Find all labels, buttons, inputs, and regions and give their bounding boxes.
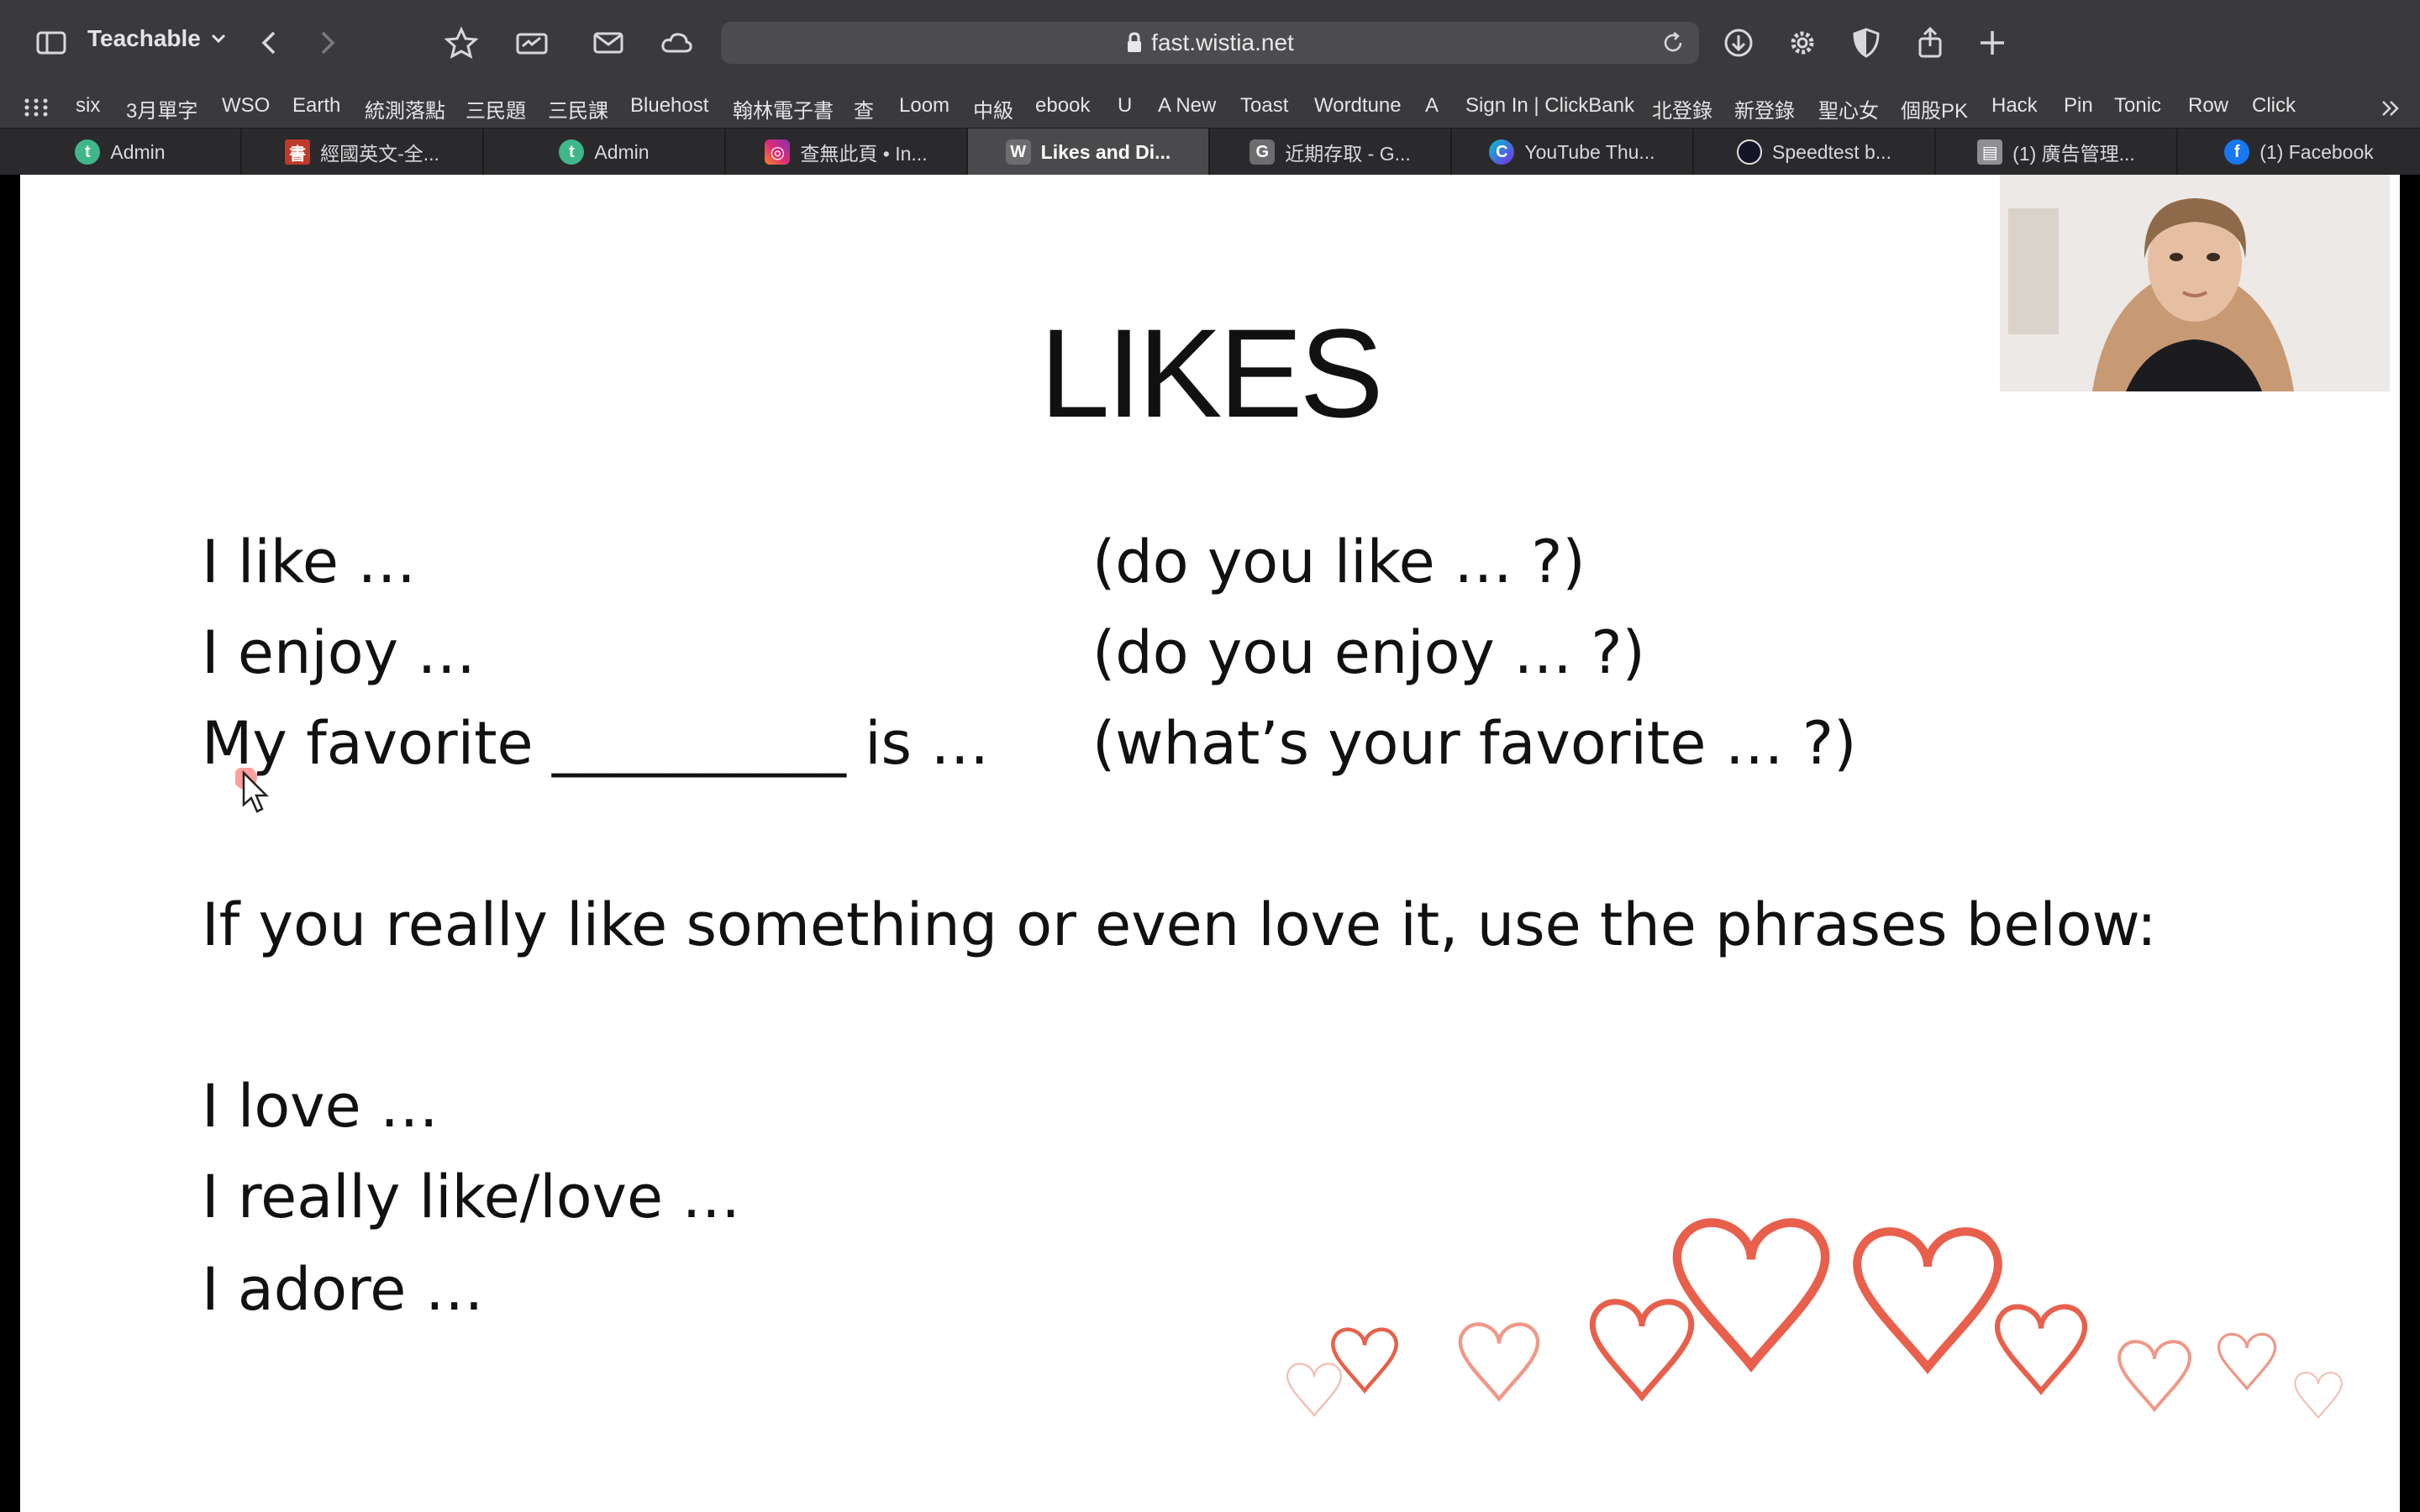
bookmark-item[interactable]: WSO: [222, 94, 270, 118]
more-bookmarks-icon[interactable]: [2378, 96, 2403, 121]
reload-icon[interactable]: [1660, 30, 1686, 55]
tab-label: 經國英文-全...: [320, 143, 439, 165]
browser-toolbar: Teachable fast.wistia.net: [0, 0, 2420, 86]
question-whats-your-favorite: (what’s your favorite … ?): [1092, 709, 1857, 778]
bookmark-item[interactable]: Row: [2188, 94, 2228, 118]
cloud-icon[interactable]: [655, 22, 697, 64]
tab-label: YouTube Thu...: [1524, 140, 1655, 163]
tab-label: Admin: [594, 140, 650, 163]
profile-name: Teachable: [87, 25, 201, 51]
phrase-i-really-like-love: I really like/love …: [202, 1163, 741, 1231]
tab-label: Likes and Di...: [1040, 140, 1171, 163]
tab-strip: t Admin 書 經國英文-全... t Admin ◎ 查無此頁 • In.…: [0, 128, 2420, 176]
phrase-i-love: I love …: [202, 1072, 439, 1141]
tab-google-drive[interactable]: G 近期存取 - G...: [1210, 129, 1452, 176]
bookmark-item[interactable]: 三民題: [466, 94, 526, 123]
bookmark-item[interactable]: 統測落點: [365, 94, 445, 123]
facebook-icon: f: [2224, 139, 2250, 165]
bookmark-item[interactable]: Toast: [1240, 94, 1288, 118]
phrase-my-favorite: My favorite __________ is …: [202, 709, 990, 778]
instruction-text: If you really like something or even lov…: [202, 890, 2157, 959]
bookmark-item[interactable]: Hack: [1991, 94, 2038, 118]
mouse-cursor-icon: [235, 768, 270, 813]
tab-label: (1) Facebook: [2260, 140, 2374, 163]
url-text: fast.wistia.net: [1151, 29, 1294, 55]
mail-icon[interactable]: [587, 22, 629, 64]
hearts-decoration: [1286, 1208, 2343, 1419]
tab-label: Admin: [110, 140, 166, 163]
book-icon: 書: [285, 139, 311, 165]
instagram-icon: ◎: [765, 139, 791, 165]
back-icon[interactable]: [249, 22, 291, 64]
sidebar-toggle-icon[interactable]: [30, 22, 72, 64]
speedtest-icon: [1737, 139, 1763, 165]
bookmark-item[interactable]: 翰林電子書: [733, 94, 834, 123]
g-icon: G: [1249, 139, 1276, 165]
tab-label: 查無此頁 • In...: [800, 143, 928, 165]
tab-speedtest[interactable]: Speedtest b...: [1694, 129, 1936, 176]
bookmark-item[interactable]: Earth: [292, 94, 340, 118]
tab-instagram[interactable]: ◎ 查無此頁 • In...: [726, 129, 968, 176]
address-bar[interactable]: fast.wistia.net: [721, 22, 1699, 64]
bookmark-item[interactable]: 三民課: [548, 94, 608, 123]
tab-ebook[interactable]: 書 經國英文-全...: [242, 129, 484, 176]
canva-icon: C: [1489, 139, 1515, 165]
teachable-icon: t: [75, 139, 101, 165]
bookmark-item[interactable]: 個股PK: [1901, 94, 1968, 123]
tab-ads-manager[interactable]: ▤ (1) 廣告管理...: [1936, 129, 2178, 176]
tab-admin-1[interactable]: t Admin: [0, 129, 242, 176]
bookmark-item[interactable]: six: [76, 94, 100, 118]
bookmark-item[interactable]: 3月單字: [126, 94, 197, 123]
browser-window: Teachable fast.wistia.net six 3月單字 WSO E…: [0, 0, 2420, 1512]
shield-icon[interactable]: [1845, 22, 1887, 64]
tab-label: Speedtest b...: [1772, 140, 1891, 163]
apps-grid-icon[interactable]: [24, 97, 49, 118]
bookmarks-bar: six 3月單字 WSO Earth 統測落點 三民題 三民課 Bluehost…: [0, 86, 2420, 128]
bookmark-star-icon[interactable]: [440, 22, 482, 64]
tab-likes-and-dislikes[interactable]: W Likes and Di...: [968, 129, 1210, 176]
bookmark-item[interactable]: Sign In | ClickBank: [1465, 94, 1634, 118]
bookmark-item[interactable]: Pin: [2064, 94, 2093, 118]
share-icon[interactable]: [1909, 22, 1951, 64]
bookmark-item[interactable]: Click: [2252, 94, 2296, 118]
bookmark-item[interactable]: 聖心女: [1818, 94, 1879, 123]
chevron-down-icon: [211, 34, 225, 44]
bookmark-item[interactable]: 新登錄: [1734, 94, 1795, 123]
bookmark-item[interactable]: Wordtune: [1314, 94, 1402, 118]
bookmark-item[interactable]: A: [1425, 94, 1439, 118]
bookmark-item[interactable]: 北登錄: [1652, 94, 1712, 123]
wistia-icon: W: [1005, 139, 1031, 165]
gear-icon[interactable]: [1781, 22, 1823, 64]
phrase-i-like: I like …: [202, 528, 417, 596]
teachable-icon: t: [559, 139, 585, 165]
presenter-video-image: [2000, 175, 2390, 391]
webcam-overlay: [2000, 175, 2390, 391]
bookmark-item[interactable]: Loom: [899, 94, 950, 118]
bookmark-item[interactable]: U: [1118, 94, 1132, 118]
bookmark-item[interactable]: ebook: [1035, 94, 1090, 118]
bookmark-item[interactable]: A New: [1158, 94, 1216, 118]
question-do-you-enjoy: (do you enjoy … ?): [1092, 618, 1645, 687]
ads-icon: ▤: [1977, 139, 2003, 165]
lock-icon: [1128, 32, 1142, 52]
phrase-i-adore: I adore …: [202, 1255, 484, 1324]
tab-label: 近期存取 - G...: [1285, 143, 1411, 165]
bookmark-item[interactable]: 中級: [973, 94, 1013, 123]
signature-icon[interactable]: [511, 22, 553, 64]
question-do-you-like: (do you like … ?): [1092, 528, 1586, 596]
bookmark-item[interactable]: Tonic: [2114, 94, 2161, 118]
profile-switcher[interactable]: Teachable: [87, 25, 228, 52]
download-icon[interactable]: [1718, 22, 1760, 64]
bookmark-item[interactable]: 查: [854, 94, 874, 123]
tab-youtube-thumbnail[interactable]: C YouTube Thu...: [1452, 129, 1694, 176]
new-tab-plus-icon[interactable]: [1971, 22, 2013, 64]
bookmark-item[interactable]: Bluehost: [630, 94, 708, 118]
phrase-i-enjoy: I enjoy …: [202, 618, 476, 687]
tab-facebook[interactable]: f (1) Facebook: [2178, 129, 2420, 176]
tab-admin-2[interactable]: t Admin: [484, 129, 726, 176]
forward-icon[interactable]: [306, 22, 348, 64]
tab-label: (1) 廣告管理...: [2012, 143, 2135, 165]
